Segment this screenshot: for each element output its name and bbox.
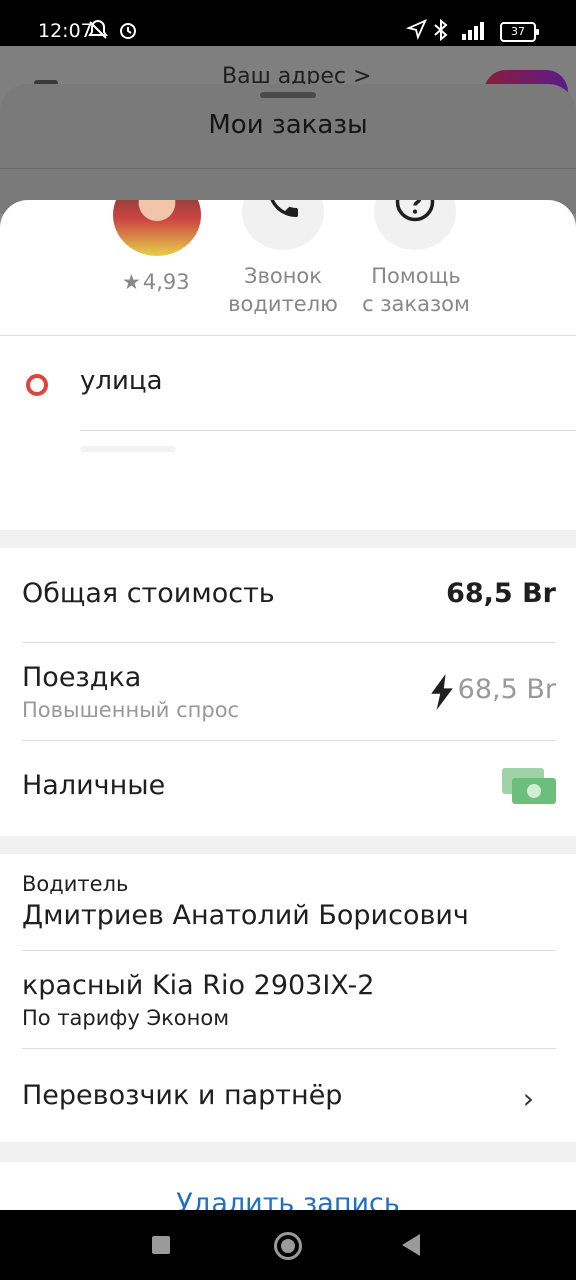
divider [80, 430, 576, 431]
battery-icon: 37 [500, 22, 539, 42]
star-icon: ★ [122, 270, 141, 294]
total-cost-value: 68,5 Br [446, 578, 556, 609]
divider [22, 950, 556, 951]
divider [0, 168, 576, 169]
trip-label: Поездка [22, 662, 142, 693]
section-gap [0, 836, 576, 854]
call-driver-label[interactable]: Звонок водителю [222, 262, 344, 318]
muted-notifications-icon [86, 18, 110, 48]
surge-label: Повышенный спрос [22, 698, 240, 722]
recent-apps-icon[interactable] [152, 1236, 170, 1254]
divider [22, 1048, 556, 1049]
signal-icon [456, 18, 492, 48]
location-icon [405, 18, 428, 46]
route-destination-placeholder [80, 446, 176, 452]
back-icon[interactable] [402, 1234, 420, 1256]
orders-title: Мои заказы [208, 110, 368, 140]
route-origin-address[interactable]: улица [80, 366, 163, 396]
delete-record-button[interactable]: Удалить запись [0, 1188, 576, 1210]
driver-section-label: Водитель [22, 872, 129, 896]
call-driver-button[interactable] [242, 200, 324, 250]
divider [22, 740, 556, 741]
driver-name: Дмитриев Анатолий Борисович [22, 900, 469, 931]
partner-link[interactable]: Перевозчик и партнёр [22, 1080, 342, 1111]
system-nav-bar [0, 1210, 576, 1280]
status-time: 12:07 [38, 20, 93, 42]
route-origin-icon [26, 374, 48, 396]
sheet-handle[interactable] [260, 92, 316, 98]
phone-icon [270, 200, 298, 217]
help-label-line2: с заказом [362, 292, 470, 316]
section-gap [0, 530, 576, 548]
cash-icon [502, 768, 556, 804]
trip-price: 68,5 Br [457, 674, 556, 705]
rating-value: 4,93 [142, 270, 190, 294]
car-info: красный Kia Rio 2903IX-2 [22, 970, 375, 1001]
divider [0, 335, 576, 336]
alarm-icon [116, 18, 140, 48]
tariff-info: По тарифу Эконом [22, 1006, 230, 1030]
driver-rating: ★4,93 [122, 270, 190, 294]
lightning-icon [431, 674, 453, 710]
call-label-line2: водителю [228, 292, 338, 316]
bluetooth-icon [432, 18, 450, 48]
help-label[interactable]: Помощь с заказом [352, 262, 480, 318]
divider [22, 642, 556, 643]
help-label-line1: Помощь [371, 264, 461, 288]
help-icon [395, 200, 435, 222]
payment-method-label: Наличные [22, 770, 166, 801]
driver-avatar [113, 200, 201, 256]
help-button[interactable] [374, 200, 456, 250]
orders-sheet: Мои заказы [0, 84, 576, 214]
home-icon[interactable] [274, 1232, 302, 1260]
chevron-right-icon[interactable]: › [523, 1082, 534, 1115]
total-cost-label: Общая стоимость [22, 578, 275, 609]
section-gap [0, 1142, 576, 1162]
call-label-line1: Звонок [244, 264, 322, 288]
order-details-card: ★4,93 Звонок водителю Помощь с заказом у… [0, 200, 576, 1210]
